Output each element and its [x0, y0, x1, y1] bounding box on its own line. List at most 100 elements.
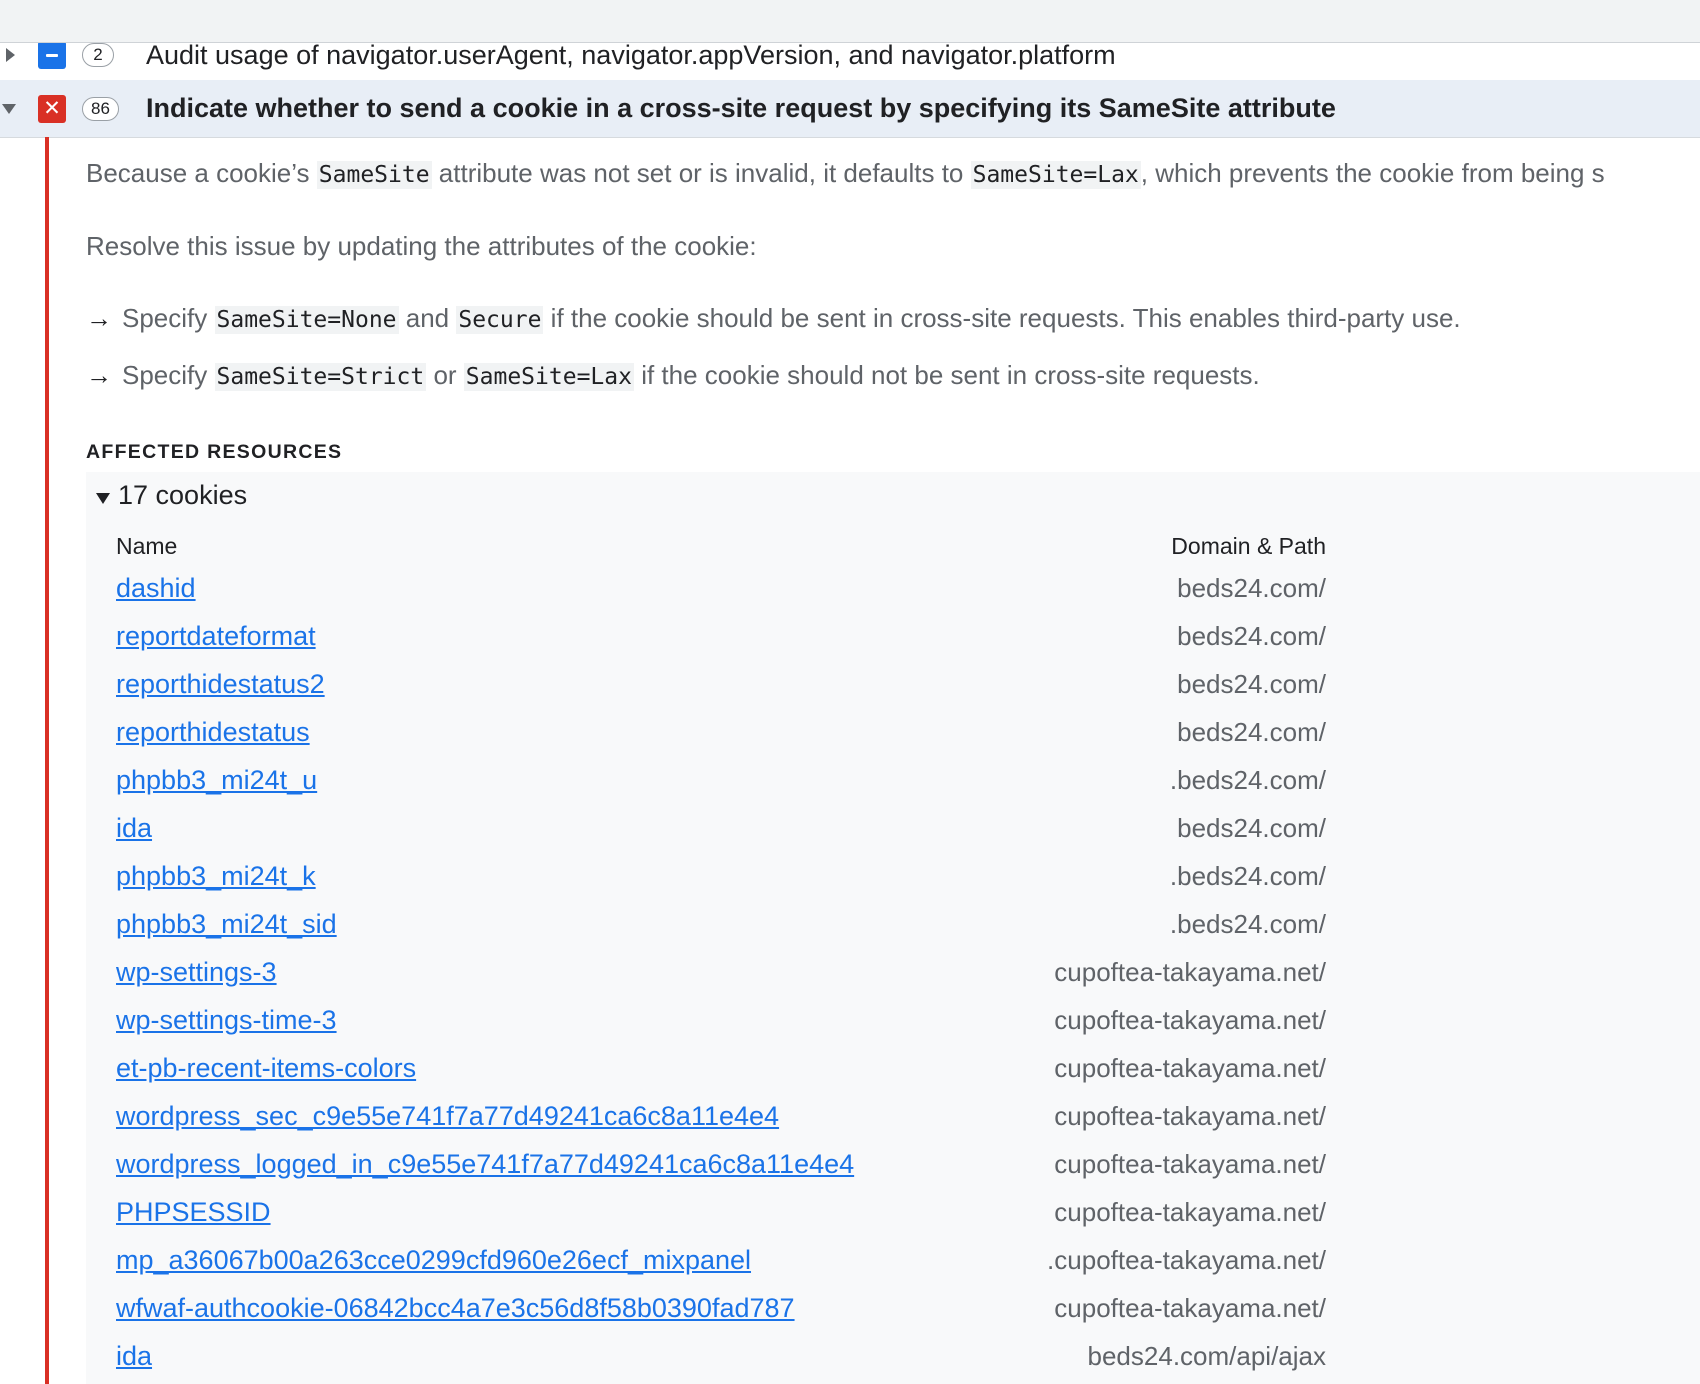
issue-title: Indicate whether to send a cookie in a c…	[146, 93, 1336, 123]
table-row: phpbb3_mi24t_u .beds24.com/	[116, 756, 1326, 804]
cookie-domain-path: cupoftea-takayama.net/	[1054, 956, 1326, 987]
cookie-domain-path: cupoftea-takayama.net/	[1054, 1004, 1326, 1035]
cookie-name-cell: phpbb3_mi24t_sid	[116, 900, 916, 948]
resolution-bullet: → Specify SameSite=None and Secure if the…	[86, 303, 1461, 334]
cookies-summary[interactable]: 17 cookies	[118, 480, 247, 511]
table-row: mp_a36067b00a263cce0299cfd960e26ecf_mixp…	[116, 1236, 1326, 1284]
table-row: wordpress_logged_in_c9e55e741f7a77d49241…	[116, 1140, 1326, 1188]
cookie-name-cell: mp_a36067b00a263cce0299cfd960e26ecf_mixp…	[116, 1236, 916, 1284]
cookie-name-cell: reporthidestatus	[116, 708, 916, 756]
cookie-domain-path: .cupoftea-takayama.net/	[1047, 1244, 1326, 1275]
cookie-name-cell: phpbb3_mi24t_k	[116, 852, 916, 900]
cookie-name-cell: reportdateformat	[116, 612, 916, 660]
cookie-name-link[interactable]: et-pb-recent-items-colors	[116, 1053, 416, 1083]
code-snippet: SameSite=Strict	[214, 363, 427, 391]
table-row: wp-settings-time-3 cupoftea-takayama.net/	[116, 996, 1326, 1044]
info-issue-icon	[38, 41, 66, 69]
issue-count-badge: 86	[82, 96, 119, 121]
cookie-name-link[interactable]: dashid	[116, 573, 196, 603]
cookie-domain-path: beds24.com/	[1177, 716, 1326, 747]
cookie-domain-path: .beds24.com/	[1169, 860, 1326, 891]
table-row: phpbb3_mi24t_k .beds24.com/	[116, 852, 1326, 900]
cookie-name-cell: ida	[116, 804, 916, 852]
table-header-row: Name Domain & Path	[116, 528, 1326, 564]
cookie-name-link[interactable]: wp-settings-3	[116, 957, 277, 987]
cookie-domain-path: cupoftea-takayama.net/	[1054, 1052, 1326, 1083]
bullet-text: and	[398, 303, 457, 333]
table-row: wordpress_sec_c9e55e741f7a77d49241ca6c8a…	[116, 1092, 1326, 1140]
cookie-name-link[interactable]: reporthidestatus	[116, 717, 310, 747]
cookies-table-body: dashid beds24.com/reportdateformat beds24.…	[116, 564, 1326, 1380]
cookie-name-link[interactable]: reportdateformat	[116, 621, 316, 651]
collapse-caret-icon[interactable]	[2, 103, 16, 114]
bullet-text: Specify	[122, 360, 215, 390]
table-row: PHPSESSID cupoftea-takayama.net/	[116, 1188, 1326, 1236]
cookie-name-link[interactable]: ida	[116, 813, 152, 843]
cookie-domain-path: beds24.com/	[1177, 572, 1326, 603]
collapse-caret-icon[interactable]	[96, 493, 110, 504]
cookie-domain-path: .beds24.com/	[1169, 764, 1326, 795]
cookie-name-link[interactable]: wordpress_sec_c9e55e741f7a77d49241ca6c8a…	[116, 1101, 779, 1131]
toolbar	[0, 0, 1700, 43]
table-row: reportdateformat beds24.com/	[116, 612, 1326, 660]
cookie-name-link[interactable]: ida	[116, 1341, 152, 1371]
issue-row-samesite[interactable]: ✕ 86 Indicate whether to send a cookie i…	[0, 80, 1700, 138]
cookie-domain-path: beds24.com/	[1177, 668, 1326, 699]
cookie-name-cell: reporthidestatus2	[116, 660, 916, 708]
cookie-domain-path: cupoftea-takayama.net/	[1054, 1148, 1326, 1179]
arrow-icon: →	[86, 360, 112, 390]
code-snippet: SameSite=Lax	[463, 363, 634, 391]
issues-panel: 2 Audit usage of navigator.userAgent, na…	[0, 0, 1700, 1384]
arrow-icon: →	[86, 303, 112, 333]
description-text: , which prevents the cookie from being s	[1140, 158, 1605, 188]
cookie-name-link[interactable]: wfwaf-authcookie-06842bcc4a7e3c56d8f58b0…	[116, 1293, 795, 1323]
cookie-name-link[interactable]: phpbb3_mi24t_sid	[116, 909, 337, 939]
cookie-name-link[interactable]: PHPSESSID	[116, 1197, 271, 1227]
description-text: attribute was not set or is invalid, it …	[431, 158, 971, 188]
table-row: wp-settings-3 cupoftea-takayama.net/	[116, 948, 1326, 996]
code-snippet: Secure	[456, 306, 544, 334]
cookie-name-cell: wfwaf-authcookie-06842bcc4a7e3c56d8f58b0…	[116, 1284, 916, 1332]
cookie-domain-path: beds24.com/	[1177, 620, 1326, 651]
issue-description: Because a cookie’s SameSite attribute wa…	[86, 158, 1605, 189]
error-severity-rule	[45, 137, 49, 1384]
resolve-instruction: Resolve this issue by updating the attri…	[86, 231, 757, 261]
cookie-domain-path: cupoftea-takayama.net/	[1054, 1100, 1326, 1131]
cookie-name-link[interactable]: phpbb3_mi24t_k	[116, 861, 316, 891]
affected-resources-label: AFFECTED RESOURCES	[86, 441, 343, 463]
expand-caret-icon[interactable]	[6, 48, 15, 62]
cookie-name-cell: phpbb3_mi24t_u	[116, 756, 916, 804]
bullet-text: if the cookie should be sent in cross-si…	[543, 303, 1461, 333]
table-row: reporthidestatus beds24.com/	[116, 708, 1326, 756]
bullet-text: or	[426, 360, 464, 390]
issue-count-badge: 2	[82, 43, 114, 67]
code-snippet: SameSite=None	[214, 306, 399, 334]
cookie-domain-path: beds24.com/api/ajax	[1087, 1340, 1326, 1371]
bullet-text: if the cookie should not be sent in cros…	[633, 360, 1260, 390]
cookie-name-cell: ida	[116, 1332, 916, 1380]
cookie-domain-path: .beds24.com/	[1169, 908, 1326, 939]
resolution-bullet: → Specify SameSite=Strict or SameSite=Lax…	[86, 360, 1260, 391]
column-header-name: Name	[116, 532, 178, 559]
cookie-name-cell: wp-settings-time-3	[116, 996, 916, 1044]
cookie-name-cell: wp-settings-3	[116, 948, 916, 996]
table-row: wfwaf-authcookie-06842bcc4a7e3c56d8f58b0…	[116, 1284, 1326, 1332]
cookie-name-link[interactable]: wordpress_logged_in_c9e55e741f7a77d49241…	[116, 1149, 854, 1179]
cookie-name-cell: wordpress_sec_c9e55e741f7a77d49241ca6c8a…	[116, 1092, 916, 1140]
bullet-text: Specify	[122, 303, 215, 333]
error-issue-icon: ✕	[38, 94, 66, 123]
cookie-domain-path: cupoftea-takayama.net/	[1054, 1196, 1326, 1227]
column-header-domain: Domain & Path	[1171, 532, 1326, 559]
cookie-name-link[interactable]: mp_a36067b00a263cce0299cfd960e26ecf_mixp…	[116, 1245, 751, 1275]
table-row: ida beds24.com/	[116, 804, 1326, 852]
code-snippet: SameSite=Lax	[970, 161, 1141, 189]
affected-resources-panel: 17 cookies Name Domain & Path dashid beds…	[86, 472, 1700, 1384]
cookie-name-cell: et-pb-recent-items-colors	[116, 1044, 916, 1092]
cookie-name-link[interactable]: reporthidestatus2	[116, 669, 325, 699]
cookie-name-link[interactable]: wp-settings-time-3	[116, 1005, 337, 1035]
cookie-name-link[interactable]: phpbb3_mi24t_u	[116, 765, 317, 795]
code-snippet: SameSite	[316, 161, 432, 189]
table-row: et-pb-recent-items-colors cupoftea-takaya…	[116, 1044, 1326, 1092]
issue-title: Audit usage of navigator.userAgent, navi…	[146, 39, 1116, 70]
cookie-domain-path: cupoftea-takayama.net/	[1054, 1292, 1326, 1323]
